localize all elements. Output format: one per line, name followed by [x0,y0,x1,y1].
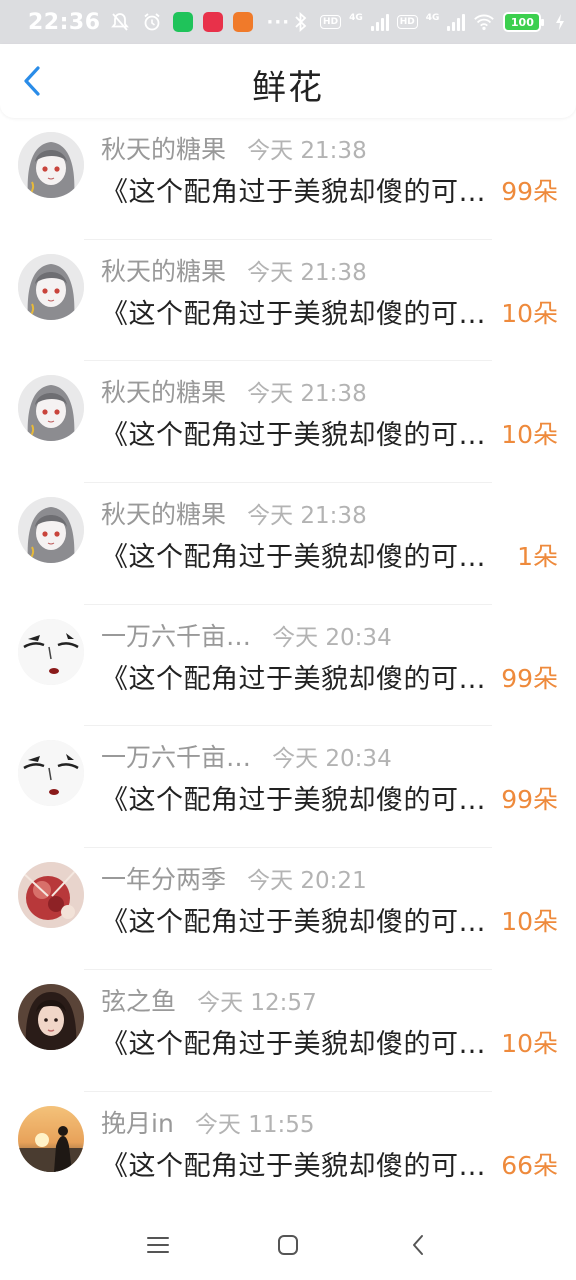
list-item[interactable]: 秋天的糖果 今天 21:38 《这个配角过于美貌却傻的可爱》 10朵 [0,240,576,362]
list-item[interactable]: 一年分两季 今天 20:21 《这个配角过于美貌却傻的可爱》 10朵 [0,848,576,970]
status-bar: 22:36 ··· HD 4G HD 4G 100 [0,0,576,44]
header: 鲜花 [0,44,576,118]
user-name[interactable]: 秋天的糖果 [101,252,226,288]
red-flower-avatar-icon[interactable] [18,862,84,929]
user-name[interactable]: 秋天的糖果 [101,373,226,409]
network-gen-2: 4G [425,13,440,23]
anime-girl-avatar-icon[interactable] [18,132,84,198]
list-item[interactable]: 秋天的糖果 今天 21:38 《这个配角过于美貌却傻的可爱》 99朵 [0,118,576,240]
wifi-icon [473,11,495,33]
message-text: 《这个配角过于美貌却傻的可爱》 [101,420,496,452]
message-text: 《这个配角过于美貌却傻的可爱》 [101,177,496,208]
nav-back-button[interactable] [353,1220,483,1270]
flower-count: 10朵 [501,298,558,328]
system-nav-bar [0,1210,576,1280]
anime-girl-avatar-icon[interactable] [18,497,84,564]
message-meta: 一年分两季 今天 20:21 [101,860,560,895]
menu-button[interactable] [93,1220,223,1270]
face-sketch-avatar-icon[interactable] [18,740,84,807]
message-time: 今天 21:38 [247,381,367,408]
flower-count: 66朵 [501,1150,558,1180]
app-orange-icon [232,12,253,32]
list-item[interactable]: 挽月in 今天 11:55 《这个配角过于美貌却傻的可爱》 66朵 [0,1092,576,1214]
user-name[interactable]: 秋天的糖果 [101,495,226,531]
message-text: 《这个配角过于美貌却傻的可爱》 [101,542,496,574]
message-text: 《这个配角过于美貌却傻的可爱》 [101,785,496,817]
flower-count: 1朵 [517,542,558,572]
anime-girl-avatar-icon[interactable] [18,253,84,320]
hd-tag-1: HD [320,15,342,29]
flower-count: 99朵 [501,785,558,815]
sunset-person-avatar-icon[interactable] [18,1105,84,1172]
message-text: 《这个配角过于美貌却傻的可爱》 [101,663,496,695]
message-meta: 一万六千亩… 今天 20:34 [101,738,560,773]
bluetooth-icon [290,11,312,33]
portrait-girl-avatar-icon[interactable] [18,983,84,1050]
notification-icons: ··· [109,11,291,33]
status-time: 22:36 [28,9,101,35]
user-name[interactable]: 一年分两季 [101,860,226,896]
more-dots-icon: ··· [266,11,291,33]
message-meta: 秋天的糖果 今天 21:38 [101,495,560,530]
message-text: 《这个配角过于美貌却傻的可爱》 [101,907,496,939]
user-name[interactable]: 挽月in [101,1104,174,1140]
page-title: 鲜花 [252,68,324,108]
message-text: 《这个配角过于美貌却傻的可爱》 [101,1028,496,1060]
message-meta: 一万六千亩… 今天 20:34 [101,617,560,651]
message-time: 今天 11:55 [194,1111,315,1138]
home-square-icon [278,1235,298,1255]
home-button[interactable] [223,1220,353,1270]
flower-count: 10朵 [501,420,558,450]
battery-icon: 100 [503,12,545,32]
back-arrow-icon [413,1235,423,1255]
user-name[interactable]: 秋天的糖果 [101,130,226,166]
message-time: 今天 12:57 [197,989,317,1016]
face-sketch-avatar-icon[interactable] [18,618,84,685]
flower-count: 99朵 [501,663,558,693]
charging-icon [549,11,571,33]
message-time: 今天 20:34 [272,624,392,651]
message-time: 今天 21:38 [247,503,367,530]
flower-count: 10朵 [501,1028,558,1058]
menu-icon [147,1237,169,1253]
message-meta: 秋天的糖果 今天 21:38 [101,130,560,164]
message-meta: 秋天的糖果 今天 21:38 [101,373,560,408]
message-meta: 挽月in 今天 11:55 [101,1104,560,1138]
app-red-icon [202,12,223,32]
flower-count: 10朵 [501,907,558,937]
signal-2-icon [447,13,466,31]
list-item[interactable]: 一万六千亩… 今天 20:34 《这个配角过于美貌却傻的可爱》 99朵 [0,726,576,849]
message-time: 今天 21:38 [247,138,367,164]
list-item[interactable]: 秋天的糖果 今天 21:38 《这个配角过于美貌却傻的可爱》 1朵 [0,483,576,605]
wechat-icon [172,12,193,32]
flower-count: 99朵 [501,177,558,206]
user-name[interactable]: 弦之鱼 [101,982,176,1018]
message-time: 今天 20:34 [272,746,392,773]
message-text: 《这个配角过于美貌却傻的可爱》 [101,298,496,330]
message-meta: 弦之鱼 今天 12:57 [101,982,560,1016]
status-right-icons: HD 4G HD 4G 100 [290,11,571,33]
hd-tag-2: HD [396,15,418,29]
message-text: 《这个配角过于美貌却傻的可爱》 [101,1150,496,1182]
anime-girl-avatar-icon[interactable] [18,375,84,442]
flower-messages-page: 22:36 ··· HD 4G HD 4G 100 鲜花 秋天的糖果 今天 21… [0,0,576,1280]
user-name[interactable]: 一万六千亩… [101,738,251,774]
list-item[interactable]: 弦之鱼 今天 12:57 《这个配角过于美貌却傻的可爱》 10朵 [0,970,576,1092]
signal-1-icon [370,13,389,31]
user-name[interactable]: 一万六千亩… [101,617,251,653]
message-time: 今天 21:38 [247,259,367,286]
list-item[interactable]: 一万六千亩… 今天 20:34 《这个配角过于美貌却傻的可爱》 99朵 [0,605,576,727]
mute-bell-icon [109,11,131,33]
message-time: 今天 20:21 [247,868,367,895]
network-gen-1: 4G [349,13,363,23]
alarm-clock-icon [141,11,163,33]
message-list[interactable]: 秋天的糖果 今天 21:38 《这个配角过于美貌却傻的可爱》 99朵 秋天的糖果… [0,118,576,1214]
list-item[interactable]: 秋天的糖果 今天 21:38 《这个配角过于美貌却傻的可爱》 10朵 [0,361,576,484]
message-meta: 秋天的糖果 今天 21:38 [101,252,560,286]
